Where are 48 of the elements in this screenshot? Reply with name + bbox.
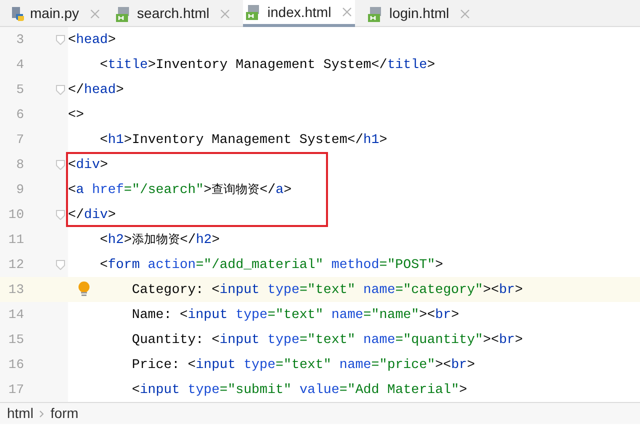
editor-tab[interactable]: login.html bbox=[365, 0, 474, 27]
code-line: <form action="/add_material" method="POST"> bbox=[100, 256, 444, 274]
code-line: <head> bbox=[68, 30, 116, 49]
code-line: <> bbox=[68, 106, 84, 124]
code-line: Category: <input type="text" name="category"><br> bbox=[132, 280, 523, 299]
fold-marker-icon[interactable] bbox=[56, 84, 65, 94]
breadcrumb[interactable]: form bbox=[50, 403, 78, 424]
chevron-icon bbox=[39, 410, 44, 418]
line-number: 15 bbox=[7, 330, 24, 349]
line-number: 7 bbox=[15, 130, 24, 149]
fold-marker-icon[interactable] bbox=[56, 260, 65, 270]
fold-marker-icon[interactable] bbox=[56, 160, 65, 170]
line-number: 8 bbox=[15, 156, 24, 174]
close-icon[interactable] bbox=[342, 7, 352, 17]
line-number: 5 bbox=[15, 80, 24, 99]
line-number: 11 bbox=[7, 230, 24, 249]
editor-tab[interactable]: main.py bbox=[8, 0, 104, 27]
line-number: 6 bbox=[15, 106, 24, 124]
python-file-icon bbox=[11, 6, 25, 22]
code-line: Quantity: <input type="text" name="quantity"><br> bbox=[132, 330, 523, 349]
line-number: 16 bbox=[7, 356, 24, 374]
editor-tab[interactable]: index.html bbox=[243, 0, 356, 27]
close-icon[interactable] bbox=[220, 8, 230, 18]
breadcrumb[interactable]: html bbox=[7, 403, 34, 424]
close-icon[interactable] bbox=[90, 8, 100, 18]
code-line: <div> bbox=[68, 156, 108, 174]
line-number: 4 bbox=[15, 56, 24, 74]
lightbulb-icon[interactable] bbox=[78, 281, 90, 298]
fold-marker-icon[interactable] bbox=[56, 210, 65, 220]
line-number: 10 bbox=[7, 206, 24, 224]
code-line: </head> bbox=[68, 80, 124, 99]
code-line: <h1>Inventory Management System</h1> bbox=[100, 130, 388, 149]
fold-marker-icon[interactable] bbox=[56, 34, 65, 44]
code-line: </div> bbox=[68, 206, 116, 224]
line-number: 12 bbox=[7, 256, 24, 274]
line-number: 9 bbox=[15, 180, 24, 199]
code-line: <h2>添加物资</h2> bbox=[100, 230, 220, 249]
code-line: <title>Inventory Management System</title> bbox=[100, 56, 436, 74]
code-line: <a href="/search">查询物资</a> bbox=[68, 180, 292, 199]
line-number: 13 bbox=[7, 280, 24, 299]
close-icon[interactable] bbox=[460, 8, 470, 18]
line-number: 3 bbox=[15, 30, 24, 49]
code-line: Name: <input type="text" name="name"><br> bbox=[132, 306, 460, 324]
editor-tab[interactable]: search.html bbox=[113, 0, 234, 27]
line-number: 14 bbox=[7, 306, 24, 324]
code-line: <input type="submit" value="Add Material"> bbox=[132, 380, 468, 399]
line-number: 17 bbox=[7, 380, 24, 399]
code-line: Price: <input type="text" name="price"><br> bbox=[132, 356, 476, 374]
